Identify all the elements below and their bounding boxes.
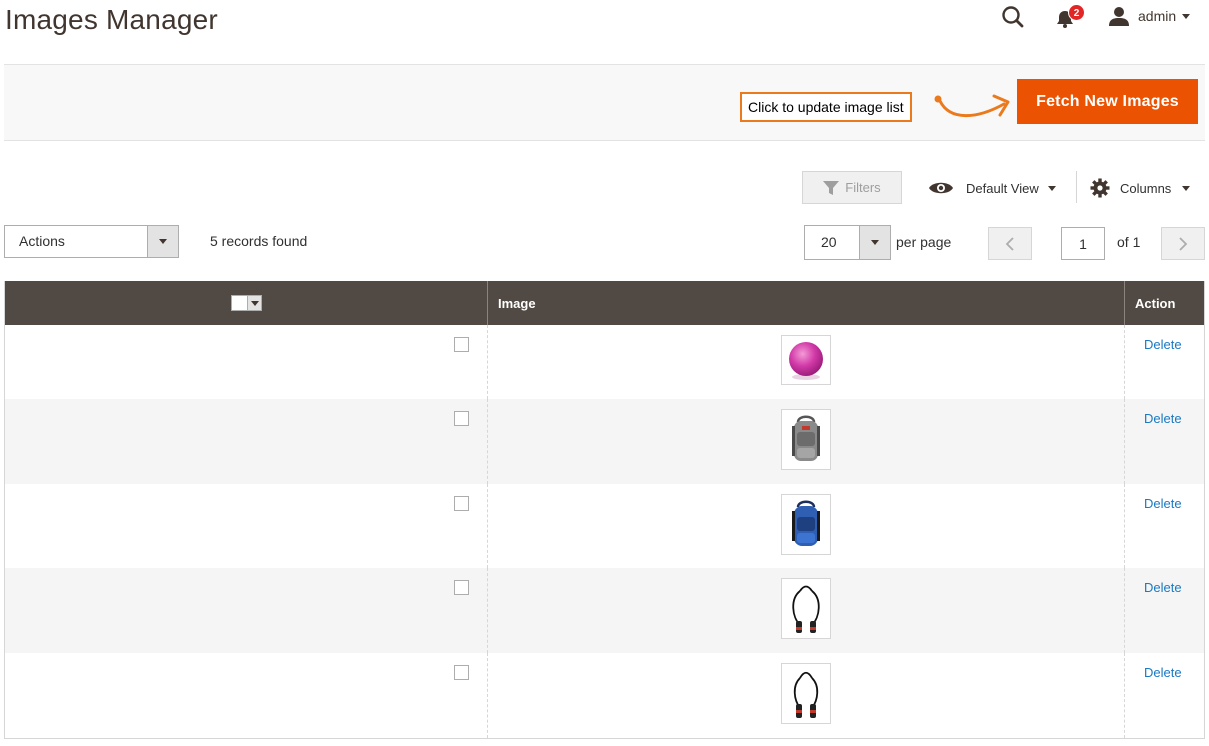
row-checkbox[interactable]: [454, 337, 469, 352]
per-page-label: per page: [896, 234, 952, 250]
column-header-action: Action: [1135, 295, 1176, 311]
delete-link[interactable]: Delete: [1144, 496, 1182, 511]
gear-icon: [1090, 178, 1110, 198]
actions-label: Actions: [19, 233, 65, 249]
chevron-down-icon: [1182, 13, 1191, 19]
filters-label: Filters: [845, 180, 881, 195]
select-arrow: [147, 226, 178, 257]
funnel-icon: [823, 180, 840, 195]
select-arrow: [859, 226, 890, 259]
table-row: Delete: [5, 568, 1204, 653]
notifications-button[interactable]: 2: [1054, 4, 1085, 31]
page-actions-bar: Click to update image list Fetch New Ima…: [4, 64, 1205, 141]
eye-icon: [929, 182, 953, 194]
row-checkbox[interactable]: [454, 580, 469, 595]
search-icon[interactable]: [1000, 4, 1026, 30]
images-grid: Image Action Delete Delete Delete Delete…: [4, 281, 1205, 739]
jump-rope-icon[interactable]: [781, 663, 831, 724]
page-title: Images Manager: [5, 4, 218, 35]
row-checkbox[interactable]: [454, 496, 469, 511]
table-row: Delete: [5, 653, 1204, 738]
column-header-image[interactable]: Image: [488, 281, 1125, 325]
blue-backpack-icon[interactable]: [781, 494, 831, 555]
callout-note: Click to update image list: [740, 92, 912, 122]
row-checkbox[interactable]: [454, 665, 469, 680]
delete-link[interactable]: Delete: [1144, 411, 1182, 426]
fetch-new-images-button[interactable]: Fetch New Images: [1017, 79, 1198, 124]
delete-link[interactable]: Delete: [1144, 665, 1182, 680]
default-view-dropdown[interactable]: Default View: [928, 176, 1056, 200]
user-name: admin: [1138, 8, 1177, 24]
view-label: Default View: [966, 180, 1039, 196]
mass-actions-select[interactable]: Actions: [4, 225, 179, 258]
mass-select-checkbox[interactable]: [231, 296, 248, 310]
delete-link[interactable]: Delete: [1144, 580, 1182, 595]
mass-select-dropdown[interactable]: [230, 295, 262, 311]
notification-badge: 2: [1068, 4, 1085, 21]
per-page-value: 20: [821, 234, 837, 250]
table-row: Delete: [5, 484, 1204, 568]
chevron-down-icon: [1047, 185, 1056, 191]
chevron-down-icon: [871, 240, 879, 245]
page-number-input[interactable]: [1061, 227, 1105, 260]
previous-page-button[interactable]: [988, 227, 1032, 260]
chevron-right-icon: [1179, 236, 1188, 251]
row-checkbox[interactable]: [454, 411, 469, 426]
delete-link[interactable]: Delete: [1144, 337, 1182, 352]
columns-label: Columns: [1120, 180, 1172, 196]
toolbar-divider: [1076, 171, 1077, 203]
column-header-select: [5, 281, 488, 325]
chevron-down-icon[interactable]: [247, 296, 261, 310]
total-pages: of 1: [1117, 234, 1141, 250]
grid-header: Image Action: [5, 281, 1204, 325]
curved-arrow-icon: [934, 94, 1010, 118]
chevron-down-icon: [1182, 185, 1191, 191]
gray-backpack-icon[interactable]: [781, 409, 831, 470]
table-row: Delete: [5, 325, 1204, 399]
chevron-down-icon: [159, 239, 167, 244]
chevron-left-icon: [1005, 236, 1014, 251]
user-menu[interactable]: admin: [1108, 4, 1191, 28]
table-row: Delete: [5, 399, 1204, 484]
jump-rope-icon[interactable]: [781, 578, 831, 639]
records-count: 5 records found: [210, 233, 308, 249]
columns-dropdown[interactable]: Columns: [1090, 176, 1191, 200]
per-page-select[interactable]: 20: [804, 225, 891, 260]
pink-ball-icon[interactable]: [781, 335, 831, 385]
user-icon: [1109, 7, 1129, 26]
next-page-button[interactable]: [1161, 227, 1205, 260]
filters-button[interactable]: Filters: [802, 171, 902, 204]
